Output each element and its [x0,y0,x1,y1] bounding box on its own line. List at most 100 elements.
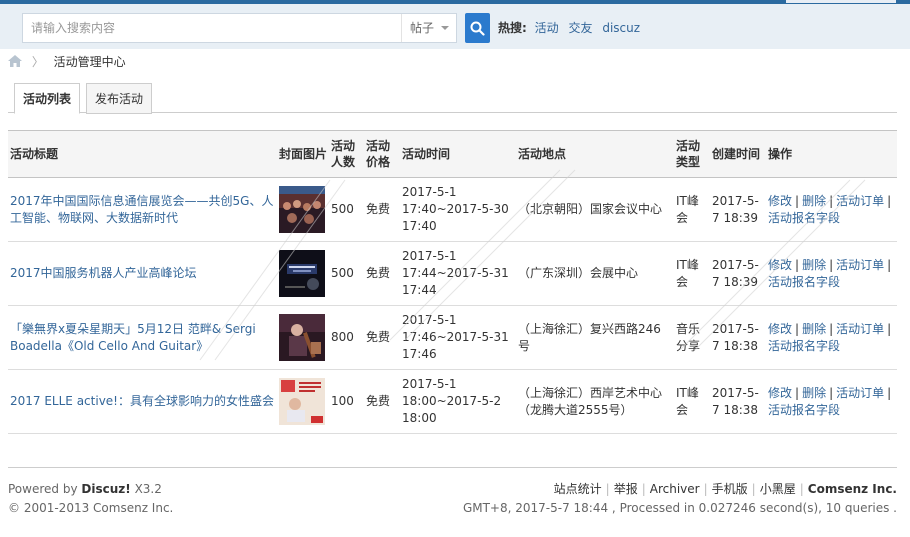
row-type: IT峰会 [674,369,710,434]
cover-image[interactable] [279,186,325,233]
powered-by: Powered by Discuz! X3.2 [8,480,173,499]
search-box: 帖子 [22,13,457,43]
edit-link[interactable]: 修改 [768,258,792,272]
breadcrumb: 〉 活动管理中心 [8,54,126,70]
footer-right: 站点统计 | 举报 | Archiver | 手机版 | 小黑屋 | Comsenz Inc. GM… [463,480,897,518]
edit-link[interactable]: 修改 [768,322,792,336]
row-cover [277,241,329,306]
signup-fields-link[interactable]: 活动报名字段 [768,339,840,353]
company-name: Comsenz Inc. [807,482,897,496]
row-title: 2017年中国国际信息通信展览会——共创5G、人工智能、物联网、大数据新时代 [8,177,277,242]
search-type-select[interactable]: 帖子 [401,14,457,42]
row-count: 800 [329,305,364,370]
row-time: 2017-5-1 17:40~2017-5-30 17:40 [400,177,516,242]
row-count: 500 [329,241,364,306]
footer-divider [8,467,897,468]
row-title: 2017 ELLE active!：具有全球影响力的女性盛会 [8,369,277,434]
footer-link-archiver[interactable]: Archiver [650,482,700,496]
row-price: 免费 [364,241,400,306]
row-type: 音乐分享 [674,305,710,370]
powered-prefix: Powered by [8,482,78,496]
orders-link[interactable]: 活动订单 [836,258,884,272]
row-count: 500 [329,177,364,242]
row-title: 2017中国服务机器人产业高峰论坛 [8,241,277,306]
activity-title-link[interactable]: 2017中国服务机器人产业高峰论坛 [10,266,197,280]
hot-search-label: 热搜: [498,21,527,35]
tab-bar: 活动列表 发布活动 [8,83,897,114]
hot-link-discuz[interactable]: discuz [602,21,640,35]
orders-link[interactable]: 活动订单 [836,322,884,336]
delete-link[interactable]: 删除 [802,258,826,272]
row-ops: 修改 | 删除 | 活动订单 | 活动报名字段 [766,241,897,306]
search-type-label: 帖子 [410,21,435,35]
row-cover [277,369,329,434]
header-type: 活动类型 [674,130,710,178]
table-row: 2017年中国国际信息通信展览会——共创5G、人工智能、物联网、大数据新时代 5… [8,177,897,242]
activity-table: 活动标题 封面图片 活动人数 活动价格 活动时间 活动地点 活动类型 创建时间 … [8,130,897,434]
row-created: 2017-5-7 18:38 [710,369,766,434]
header-ops: 操作 [766,130,897,178]
delete-link[interactable]: 删除 [802,386,826,400]
footer-links: 站点统计 | 举报 | Archiver | 手机版 | 小黑屋 | Comsenz Inc. [553,482,897,496]
cover-image[interactable] [279,314,325,361]
activity-title-link[interactable]: 2017 ELLE active!：具有全球影响力的女性盛会 [10,394,274,408]
row-price: 免费 [364,305,400,370]
row-type: IT峰会 [674,177,710,242]
row-type: IT峰会 [674,241,710,306]
footer-link-comsenz[interactable]: Comsenz Inc. [808,482,897,496]
row-time: 2017-5-1 17:44~2017-5-31 17:44 [400,241,516,306]
delete-link[interactable]: 删除 [802,322,826,336]
top-right-button[interactable] [786,0,896,3]
search-icon [470,21,485,36]
table-row: 2017 ELLE active!：具有全球影响力的女性盛会 100 免费 20… [8,369,897,434]
edit-link[interactable]: 修改 [768,194,792,208]
row-created: 2017-5-7 18:38 [710,305,766,370]
delete-link[interactable]: 删除 [802,194,826,208]
orders-link[interactable]: 活动订单 [836,386,884,400]
edit-link[interactable]: 修改 [768,386,792,400]
discuz-version: X3.2 [134,482,162,496]
hot-link-dating[interactable]: 交友 [568,21,592,35]
search-button[interactable] [465,13,490,43]
orders-link[interactable]: 活动订单 [836,194,884,208]
footer-link-mobile[interactable]: 手机版 [712,482,748,496]
row-time: 2017-5-1 18:00~2017-5-2 18:00 [400,369,516,434]
header-place: 活动地点 [516,130,674,178]
activity-title-link[interactable]: 2017年中国国际信息通信展览会——共创5G、人工智能、物联网、大数据新时代 [10,194,273,225]
signup-fields-link[interactable]: 活动报名字段 [768,211,840,225]
header-count: 活动人数 [329,130,364,178]
search-input[interactable] [23,14,403,42]
signup-fields-link[interactable]: 活动报名字段 [768,403,840,417]
row-cover [277,305,329,370]
tab-activity-list[interactable]: 活动列表 [14,83,81,114]
row-count: 100 [329,369,364,434]
row-time: 2017-5-1 17:46~2017-5-31 17:46 [400,305,516,370]
cover-image[interactable] [279,250,325,297]
row-title: 「樂無界x夏朵星期天」5月12日 范畔& Sergi Boadella《Old … [8,305,277,370]
table-row: 2017中国服务机器人产业高峰论坛 500 免费 2017-5-1 17:44~… [8,241,897,306]
header-time: 活动时间 [400,130,516,178]
breadcrumb-separator: 〉 [31,55,44,69]
cover-image[interactable] [279,378,325,425]
table-header-row: 活动标题 封面图片 活动人数 活动价格 活动时间 活动地点 活动类型 创建时间 … [8,130,897,178]
copyright: © 2001-2013 Comsenz Inc. [8,501,174,515]
home-icon[interactable] [8,55,22,67]
row-created: 2017-5-7 18:39 [710,177,766,242]
row-place: （上海徐汇）西岸艺术中心（龙腾大道2555号） [516,369,674,434]
breadcrumb-current: 活动管理中心 [53,55,126,69]
header-price: 活动价格 [364,130,400,178]
header-title: 活动标题 [8,130,277,178]
footer-link-stats[interactable]: 站点统计 [554,482,602,496]
row-place: （上海徐汇）复兴西路246号 [516,305,674,370]
hot-link-activity[interactable]: 活动 [535,21,559,35]
activity-title-link[interactable]: 「樂無界x夏朵星期天」5月12日 范畔& Sergi Boadella《Old … [10,322,256,353]
row-price: 免费 [364,177,400,242]
signup-fields-link[interactable]: 活动报名字段 [768,275,840,289]
row-price: 免费 [364,369,400,434]
discuz-link[interactable]: Discuz! [81,482,130,496]
footer-link-report[interactable]: 举报 [614,482,638,496]
footer-link-blackroom[interactable]: 小黑屋 [760,482,796,496]
header-cover: 封面图片 [277,130,329,178]
footer-left: Powered by Discuz! X3.2 © 2001-2013 Coms… [8,480,173,518]
tab-publish-activity[interactable]: 发布活动 [86,83,153,114]
